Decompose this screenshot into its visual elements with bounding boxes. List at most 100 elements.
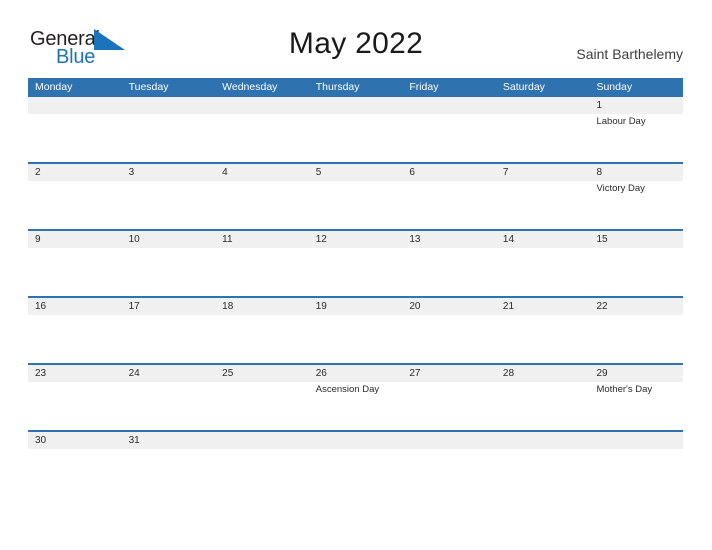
calendar-day-number: 24	[128, 368, 140, 379]
calendar-day-events	[402, 181, 496, 183]
calendar-day-events	[589, 248, 683, 250]
calendar-day-cell[interactable]: 13	[402, 231, 496, 296]
calendar-day-number-band: 11	[215, 231, 309, 248]
calendar-day-cell[interactable]: 5	[308, 164, 403, 229]
calendar-day-cell[interactable]: 30	[28, 432, 122, 464]
calendar-day-number-band	[121, 97, 216, 114]
calendar-day-cell[interactable]: 26 Ascension Day	[308, 365, 403, 430]
calendar-day-cell-empty	[121, 97, 216, 162]
calendar-day-events	[122, 449, 216, 451]
calendar-day-events	[309, 248, 403, 250]
calendar-day-number: 11	[222, 234, 233, 245]
calendar-day-number-band: 28	[495, 365, 590, 382]
calendar-day-cell[interactable]: 28	[495, 365, 590, 430]
day-of-week-header-row: Monday Tuesday Wednesday Thursday Friday…	[28, 78, 683, 97]
calendar-day-number-band: 19	[308, 298, 403, 315]
calendar-week-rows: 1 Labour Day 2 3 4 5 6 7 8 Victory Day 9 10 11 12 13 14…	[28, 97, 684, 464]
calendar-day-events	[309, 315, 403, 317]
calendar-day-cell[interactable]: 1 Labour Day	[589, 97, 684, 162]
calendar-day-number-band: 6	[402, 164, 496, 181]
calendar-day-cell[interactable]: 25	[215, 365, 309, 430]
calendar-day-cell[interactable]: 3	[121, 164, 216, 229]
calendar-day-cell[interactable]: 17	[121, 298, 216, 363]
calendar-day-events	[122, 382, 216, 384]
calendar-day-cell[interactable]: 4	[215, 164, 309, 229]
calendar-day-number-band: 25	[215, 365, 309, 382]
day-of-week-friday: Friday	[409, 81, 439, 93]
calendar-day-cell-empty	[215, 432, 309, 464]
calendar-day-number-band: 15	[589, 231, 684, 248]
calendar-day-cell-empty	[308, 97, 403, 162]
calendar-day-events	[402, 248, 496, 250]
calendar-day-cell[interactable]: 15	[589, 231, 684, 296]
calendar-day-number: 9	[35, 234, 41, 245]
calendar-day-cell[interactable]: 14	[495, 231, 590, 296]
calendar-day-cell[interactable]: 24	[121, 365, 216, 430]
calendar-day-events: Mother's Day	[589, 382, 683, 396]
calendar-day-number: 28	[502, 368, 515, 379]
calendar-day-events	[402, 114, 496, 116]
calendar-day-events	[215, 382, 309, 384]
calendar-day-number: 30	[35, 435, 47, 446]
calendar-week-row: 1 Labour Day	[28, 97, 684, 162]
calendar-day-cell[interactable]: 23	[28, 365, 122, 430]
calendar-day-cell[interactable]: 6	[402, 164, 496, 229]
calendar-day-cell[interactable]: 20	[402, 298, 496, 363]
calendar-day-events	[122, 114, 216, 116]
calendar-day-number: 18	[222, 301, 234, 312]
calendar-day-number-band: 31	[121, 432, 216, 449]
calendar-day-number-band: 5	[308, 164, 403, 181]
calendar-day-events	[215, 114, 309, 116]
calendar-day-cell-empty	[215, 97, 309, 162]
calendar-day-events	[28, 382, 122, 384]
day-of-week-saturday: Saturday	[502, 81, 545, 93]
calendar-day-cell[interactable]: 18	[215, 298, 309, 363]
calendar-day-cell[interactable]: 12	[308, 231, 403, 296]
calendar-day-number-band	[402, 432, 496, 449]
calendar-week-row: 23 24 25 26 Ascension Day 27 28 29 Mother's Day	[28, 363, 684, 430]
calendar-day-number-band: 27	[402, 365, 496, 382]
calendar-day-cell[interactable]: 29 Mother's Day	[589, 365, 684, 430]
calendar-day-cell-empty	[589, 432, 684, 464]
calendar-day-events	[402, 382, 496, 384]
calendar-day-number-band	[308, 97, 403, 114]
calendar-day-number-band	[215, 432, 309, 449]
calendar-day-events: Labour Day	[589, 114, 683, 128]
calendar-day-events	[215, 181, 309, 183]
calendar-day-number-band	[495, 432, 590, 449]
calendar-day-cell[interactable]: 10	[121, 231, 216, 296]
calendar-event-label: Labour Day	[596, 116, 646, 127]
calendar-day-events	[496, 449, 590, 451]
calendar-day-number: 3	[128, 167, 135, 178]
day-of-week-monday: Monday	[35, 81, 73, 93]
calendar-day-number-band	[589, 432, 684, 449]
calendar-day-number-band	[495, 97, 590, 114]
calendar-day-number: 14	[502, 234, 515, 245]
calendar-day-cell[interactable]: 21	[495, 298, 590, 363]
calendar-day-cell[interactable]: 19	[308, 298, 403, 363]
calendar-day-cell[interactable]: 2	[28, 164, 122, 229]
calendar-day-events	[589, 449, 683, 451]
calendar-day-number: 21	[502, 301, 515, 312]
calendar-day-cell[interactable]: 8 Victory Day	[589, 164, 684, 229]
calendar-day-events	[589, 315, 683, 317]
calendar-week-grid: 1 Labour Day	[28, 97, 684, 162]
calendar-day-number-band: 30	[28, 432, 122, 449]
calendar-day-cell[interactable]: 9	[28, 231, 122, 296]
calendar-day-number-band: 22	[589, 298, 684, 315]
calendar-day-number-band: 7	[495, 164, 590, 181]
calendar-day-number: 5	[315, 167, 322, 178]
calendar-day-cell[interactable]: 22	[589, 298, 684, 363]
calendar-day-number-band: 12	[308, 231, 403, 248]
calendar-day-cell[interactable]: 27	[402, 365, 496, 430]
calendar-day-events	[309, 181, 403, 183]
day-of-week-thursday: Thursday	[315, 81, 360, 93]
calendar-day-cell[interactable]: 7	[495, 164, 590, 229]
calendar-day-cell[interactable]: 31	[121, 432, 216, 464]
calendar-day-events	[28, 181, 122, 183]
calendar-day-number-band: 18	[215, 298, 309, 315]
calendar-day-cell[interactable]: 16	[28, 298, 122, 363]
calendar-day-number: 22	[596, 301, 608, 312]
calendar-day-cell[interactable]: 11	[215, 231, 309, 296]
calendar-day-number-band	[308, 432, 403, 449]
